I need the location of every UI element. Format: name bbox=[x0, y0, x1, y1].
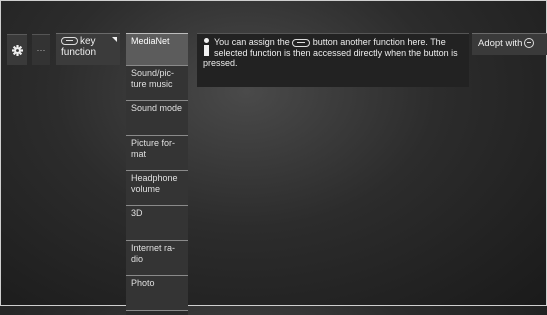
tv-menu-screen: ··· key function MediaNet Sound/pic-ture … bbox=[0, 0, 547, 315]
menu-item-label: Headphone volume bbox=[131, 173, 178, 194]
more-label: ··· bbox=[36, 45, 46, 55]
function-menu-list: MediaNet Sound/pic-ture music Sound mode Pi… bbox=[126, 33, 188, 315]
remote-key-oval-icon bbox=[61, 37, 78, 46]
menu-item-label: Photo bbox=[131, 278, 155, 288]
menu-item-label: Picture for-mat bbox=[131, 138, 176, 159]
menu-item[interactable]: Photo bbox=[126, 275, 188, 310]
menu-item-label: Internet ra-dio bbox=[131, 243, 176, 264]
info-icon bbox=[203, 38, 211, 56]
settings-button[interactable] bbox=[7, 34, 27, 65]
menu-item-label: MediaNet bbox=[131, 36, 170, 46]
menu-item[interactable]: Sound/pic-ture music bbox=[126, 65, 188, 100]
adopt-label: Adopt with bbox=[478, 38, 523, 49]
adopt-button[interactable]: Adopt with bbox=[472, 33, 547, 55]
key-function-button[interactable]: key function bbox=[56, 33, 120, 65]
menu-item-label: Sound/pic-ture music bbox=[131, 68, 175, 89]
info-text-before: You can assign the bbox=[214, 37, 290, 47]
menu-item[interactable]: Headphone volume bbox=[126, 170, 188, 205]
menu-item[interactable]: Sound mode bbox=[126, 100, 188, 135]
menu-item-label: 3D bbox=[131, 208, 143, 218]
menu-item[interactable]: Picture for-mat bbox=[126, 135, 188, 170]
gear-icon bbox=[11, 44, 23, 56]
menu-item[interactable]: Internet ra-dio bbox=[126, 240, 188, 275]
info-panel: You can assign the button another functi… bbox=[197, 33, 469, 87]
remote-key-oval-icon bbox=[292, 38, 311, 47]
corner-triangle-icon bbox=[112, 37, 117, 42]
menu-item-label: Sound mode bbox=[131, 103, 183, 113]
menu-item[interactable]: 3D bbox=[126, 205, 188, 240]
menu-list-end bbox=[126, 310, 188, 315]
menu-item[interactable]: MediaNet bbox=[126, 33, 188, 65]
ok-icon bbox=[524, 38, 535, 49]
more-button[interactable]: ··· bbox=[32, 34, 50, 65]
